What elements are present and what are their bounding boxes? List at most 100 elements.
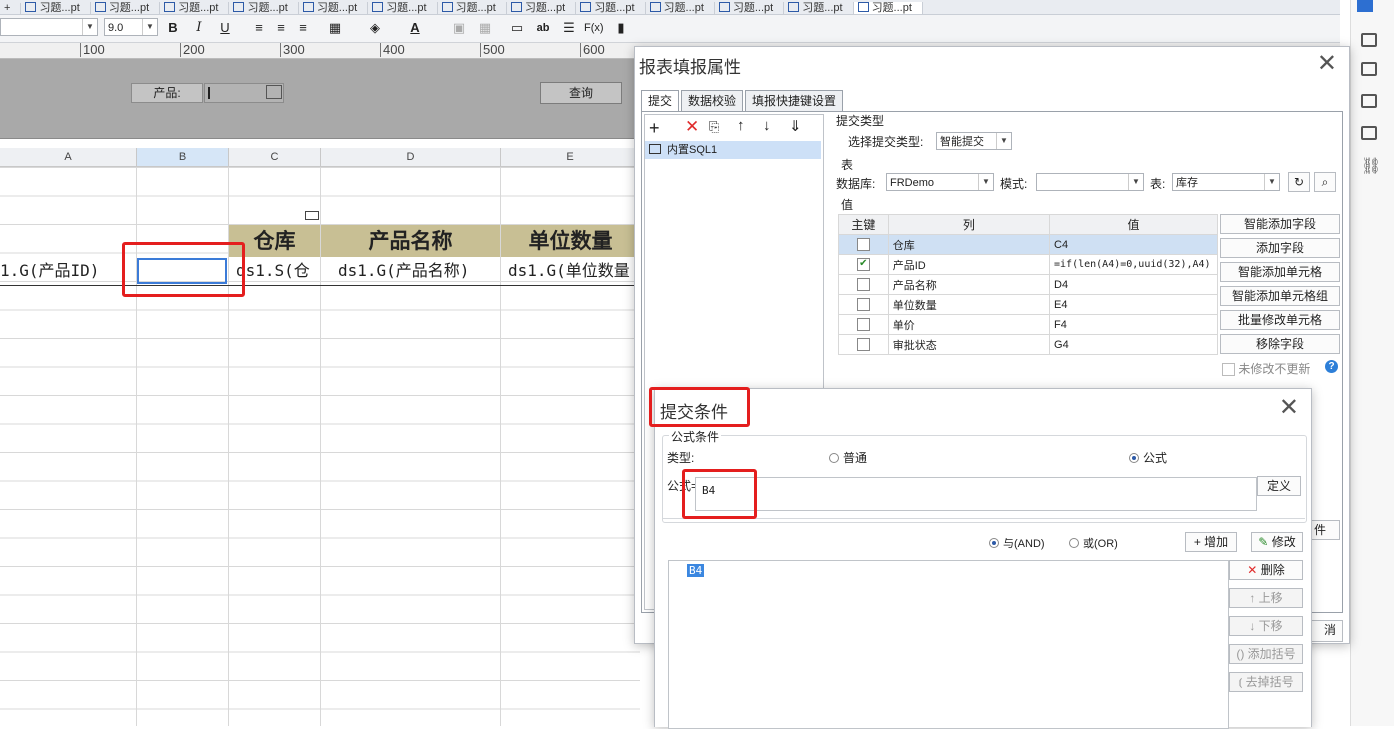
hyperlink-icon[interactable]: ⛓ [1361,156,1381,176]
file-tab[interactable]: 习题...pt [21,2,91,14]
cell-a4[interactable]: 1.G(产品ID) [0,257,135,285]
column-header-e[interactable]: E [501,148,640,166]
column-header-d[interactable]: D [321,148,501,166]
table-row[interactable]: 仓库 C4 [838,234,1218,255]
column-header-b[interactable]: B [137,148,229,166]
table-row[interactable]: 单价 F4 [838,314,1218,335]
paragraph-icon[interactable]: ☰ [560,19,578,37]
insert-row-icon[interactable]: ▭ [508,19,526,37]
refresh-icon[interactable]: ↻ [1288,172,1310,192]
move-down-button[interactable]: ↓ 下移 [1229,616,1303,636]
spreadsheet-grid[interactable]: 仓库 产品名称 单位数量 1.G(产品ID) ds1.S(仓 ds1.G(产品名… [0,167,640,726]
align-left-icon[interactable]: ≡ [250,19,268,37]
font-color-icon[interactable]: A [406,19,424,37]
remove-field-button[interactable]: 移除字段 [1220,334,1340,354]
condition-icon[interactable] [1361,126,1377,140]
add-icon[interactable]: + [649,118,660,139]
tab-data-validation[interactable]: 数据校验 [681,90,744,111]
file-tab[interactable]: 习题...pt [853,2,923,14]
radio-formula[interactable]: 公式 [1129,449,1167,466]
table-row[interactable]: 审批状态 G4 [838,334,1218,355]
move-up-button[interactable]: ↑ 上移 [1229,588,1303,608]
delete-icon[interactable]: ✕ [685,117,699,137]
tab-submit[interactable]: 提交 [641,90,680,112]
file-tab[interactable]: 习题...pt [715,2,785,14]
font-family-combo[interactable]: ▼ [0,18,98,36]
define-button[interactable]: 定义 [1257,476,1301,496]
batch-modify-cell-button[interactable]: 批量修改单元格 [1220,310,1340,330]
table-row[interactable]: 单位数量 E4 [838,294,1218,315]
delete-condition-button[interactable]: ✕ 删除 [1229,560,1303,580]
unmodified-checkbox[interactable]: 未修改不更新 [1222,360,1310,377]
add-field-button[interactable]: 添加字段 [1220,238,1340,258]
header-cell-d3[interactable]: 产品名称 [321,225,500,257]
modify-condition-button[interactable]: ✎ 修改 [1251,532,1303,552]
smart-add-cell-button[interactable]: 智能添加单元格 [1220,262,1340,282]
file-tab[interactable]: 习题...pt [368,2,438,14]
copy-icon[interactable]: ⎘ [709,119,719,135]
close-icon[interactable]: ✕ [1279,393,1299,422]
key-checkbox[interactable] [856,298,870,311]
chart-icon[interactable]: ▮ [612,19,630,37]
cell-e4[interactable]: ds1.G(单位数量 [508,257,640,285]
fill-color-icon[interactable]: ◈ [366,19,384,37]
new-tab-button[interactable]: + [0,3,22,14]
text-tool-button[interactable]: ab [534,19,552,37]
header-cell-e3[interactable]: 单位数量 [501,225,640,257]
frame-icon[interactable] [1361,62,1377,76]
move-up-icon[interactable]: ↑ [737,117,745,134]
database-select[interactable]: FRDemo ▼ [886,173,994,191]
bold-button[interactable]: B [164,19,182,37]
file-tab[interactable]: 习题...pt [576,2,646,14]
key-checkbox[interactable] [856,318,870,331]
add-bracket-button[interactable]: () 添加括号 [1229,644,1303,664]
radio-or[interactable]: 或(OR) [1069,535,1118,551]
element-icon[interactable] [1361,94,1377,108]
submit-type-select[interactable]: 智能提交 ▼ [936,132,1012,150]
tree-item-sql1[interactable]: 内置SQL1 [645,141,821,159]
formula-input[interactable]: B4 [695,477,1257,511]
key-checkbox[interactable] [856,338,870,351]
cell-d4[interactable]: ds1.G(产品名称) [338,257,498,285]
file-tab[interactable]: 习题...pt [784,2,854,14]
italic-button[interactable]: I [190,19,208,37]
column-header-a[interactable]: A [0,148,137,166]
move-down-icon[interactable]: ↓ [763,117,771,134]
cell-c4[interactable]: ds1.S(仓 [236,257,320,285]
file-tab[interactable]: 习题...pt [646,2,715,14]
font-size-combo[interactable]: 9.0 ▼ [104,18,158,36]
underline-button[interactable]: U [216,19,234,37]
table-row[interactable]: ✔ 产品ID =if(len(A4)=0,uuid(32),A4) [838,254,1218,275]
widget-settings-icon[interactable] [1361,33,1377,47]
help-icon[interactable]: ? [1325,360,1338,373]
key-checkbox[interactable]: ✔ [856,258,870,271]
file-tab[interactable]: 习题...pt [229,2,299,14]
file-tab[interactable]: 习题...pt [299,2,369,14]
radio-and[interactable]: 与(AND) [989,535,1045,551]
formula-button[interactable]: F(x) [584,19,604,37]
query-button[interactable]: 查询 [540,82,622,104]
smart-add-cell-group-button[interactable]: 智能添加单元格组 [1220,286,1340,306]
cell-properties-icon[interactable] [1357,0,1373,12]
unmerge-cells-icon[interactable]: ▦ [476,19,494,37]
border-icon[interactable]: ▦ [326,19,344,37]
column-header-c[interactable]: C [229,148,321,166]
table-select[interactable]: 库存 ▼ [1172,173,1280,191]
merge-cells-icon[interactable]: ▣ [450,19,468,37]
radio-normal[interactable]: 普通 [829,449,867,466]
align-center-icon[interactable]: ≡ [272,19,290,37]
key-checkbox[interactable] [856,238,870,251]
file-tab[interactable]: 习题...pt [160,2,230,14]
add-condition-button[interactable]: + 增加 [1185,532,1237,552]
align-right-icon[interactable]: ≡ [294,19,312,37]
file-tab[interactable]: 习题...pt [507,2,577,14]
schema-select[interactable]: ▼ [1036,173,1144,191]
key-checkbox[interactable] [856,278,870,291]
file-tab[interactable]: 习题...pt [91,2,161,14]
file-tab[interactable]: 习题...pt [438,2,507,14]
move-bottom-icon[interactable]: ⇓ [789,117,802,135]
smart-add-field-button[interactable]: 智能添加字段 [1220,214,1340,234]
condition-list-item[interactable]: B4 [687,564,705,577]
condition-list[interactable]: B4 [668,560,1229,729]
preview-table-icon[interactable]: ⌕ [1314,172,1336,192]
